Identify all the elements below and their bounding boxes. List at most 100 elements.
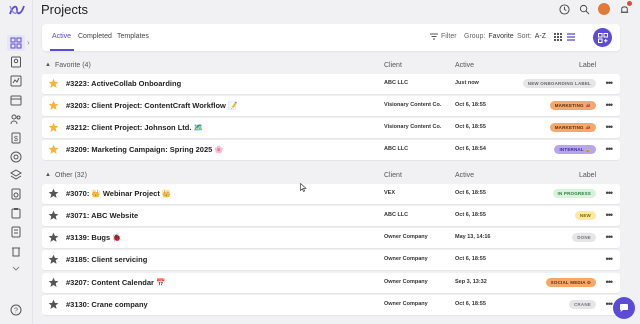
active-tab-indicator [50, 49, 74, 51]
project-name[interactable]: #3130: Crane company [66, 300, 148, 309]
project-name[interactable]: #3139: Bugs 🐞 [66, 233, 122, 242]
caret-up-icon: ▲ [45, 62, 51, 68]
more-options-icon[interactable]: ••• [606, 210, 614, 220]
label-badge: NEW ONBOARDING LABEL [522, 79, 596, 88]
dollar-icon[interactable] [9, 187, 23, 201]
chart-icon[interactable] [9, 74, 23, 88]
project-row[interactable]: #3130: Crane company Owner Company Oct 6, … [42, 295, 620, 315]
project-row[interactable]: #3185: Client servicing Owner Company Oct … [42, 250, 620, 270]
chat-button[interactable] [613, 297, 635, 319]
star-icon[interactable] [48, 232, 59, 243]
sidebar: › $ ? [0, 0, 33, 324]
last-active: Oct 6, 18:55 [455, 102, 486, 108]
people-icon[interactable] [9, 112, 23, 126]
project-row[interactable]: #3070: 👑 Webinar Project 👑 VEX Oct 6, 18:5… [42, 184, 620, 204]
group-title: Other (32) [55, 172, 87, 179]
project-name[interactable]: #3209: Marketing Campaign: Spring 2025 🌸 [66, 145, 224, 154]
last-active: Oct 6, 18:55 [455, 301, 486, 307]
logo-icon[interactable] [8, 3, 26, 17]
document-icon[interactable] [9, 225, 23, 239]
column-active: Active [455, 172, 475, 179]
tab-templates[interactable]: Templates [117, 33, 149, 40]
project-row[interactable]: #3212: Client Project: Johnson Ltd. 🗺️ Vi… [42, 118, 620, 138]
search-icon[interactable] [578, 3, 590, 15]
client-name: ABC LLC [384, 80, 409, 86]
project-row[interactable]: #3071: ABC Website ABC LLC Oct 6, 18:55 NEW… [42, 206, 620, 226]
filter-button[interactable]: Filter [430, 33, 457, 40]
project-name[interactable]: #3207: Content Calendar 📅 [66, 278, 165, 287]
last-active: Sep 3, 13:32 [455, 279, 487, 285]
project-name[interactable]: #3071: ABC Website [66, 211, 138, 220]
more-options-icon[interactable]: ••• [606, 100, 614, 110]
star-icon[interactable] [48, 277, 59, 288]
last-active: Oct 6, 18:55 [455, 256, 486, 262]
target-icon[interactable] [9, 150, 23, 164]
group-header-other[interactable]: ▲ Other (32) Client Active Label [42, 172, 620, 182]
project-row[interactable]: #3139: Bugs 🐞 Owner Company May 13, 14:16 D… [42, 228, 620, 248]
mouse-cursor-icon [300, 183, 307, 192]
project-row[interactable]: #3203: Client Project: ContentCraft Work… [42, 96, 620, 116]
project-name[interactable]: #3212: Client Project: Johnson Ltd. 🗺️ [66, 123, 203, 132]
project-name[interactable]: #3185: Client servicing [66, 255, 147, 264]
project-name[interactable]: #3223: ActiveCollab Onboarding [66, 79, 181, 88]
grid-icon[interactable] [7, 35, 25, 51]
star-icon[interactable] [48, 299, 59, 310]
group-selector[interactable]: Group: Favorite [464, 33, 514, 40]
client-name: Visionary Content Co. [384, 124, 442, 130]
more-options-icon[interactable]: ••• [606, 78, 614, 88]
tab-completed[interactable]: Completed [78, 33, 112, 40]
header-actions [558, 1, 632, 15]
tab-active[interactable]: Active [52, 33, 71, 40]
chevron-right-icon[interactable]: › [27, 38, 30, 47]
client-name: VEX [384, 190, 396, 196]
last-active: Oct 6, 18:54 [455, 146, 486, 152]
invoice-icon[interactable]: $ [9, 131, 23, 145]
more-options-icon[interactable]: ••• [606, 188, 614, 198]
project-name[interactable]: #3070: 👑 Webinar Project 👑 [66, 189, 171, 198]
client-name: Visionary Content Co. [384, 102, 442, 108]
more-options-icon[interactable]: ••• [606, 144, 614, 154]
star-icon[interactable] [48, 210, 59, 221]
column-client: Client [384, 62, 402, 69]
avatar[interactable] [598, 3, 610, 15]
last-active: Oct 6, 18:55 [455, 124, 486, 130]
sort-selector[interactable]: Sort: A-Z [517, 33, 546, 40]
star-icon[interactable] [48, 122, 59, 133]
layers-icon[interactable] [9, 168, 23, 182]
last-active: May 13, 14:16 [455, 234, 491, 240]
grid-view-icon[interactable] [554, 33, 562, 41]
label-badge: SOCIAL MEDIA ⊙ [545, 278, 596, 287]
bell-icon[interactable] [618, 1, 632, 15]
client-name: Owner Company [384, 256, 428, 262]
project-row[interactable]: #3223: ActiveCollab Onboarding ABC LLC Jus… [42, 74, 620, 94]
star-icon[interactable] [48, 188, 59, 199]
more-options-icon[interactable]: ••• [606, 122, 614, 132]
project-row[interactable]: #3207: Content Calendar 📅 Owner Company Se… [42, 273, 620, 293]
list-view-icon[interactable] [567, 33, 575, 41]
chevron-down-icon[interactable] [9, 262, 23, 276]
trash-icon[interactable] [9, 244, 23, 258]
star-icon[interactable] [48, 100, 59, 111]
calendar-icon[interactable] [9, 93, 23, 107]
star-icon[interactable] [48, 78, 59, 89]
star-icon[interactable] [48, 144, 59, 155]
contact-icon[interactable] [9, 55, 23, 69]
star-icon[interactable] [48, 254, 59, 265]
help-icon[interactable]: ? [10, 304, 22, 316]
group-header-favorite[interactable]: ▲ Favorite (4) Client Active Label [42, 62, 620, 72]
last-active: Oct 6, 18:55 [455, 190, 486, 196]
more-options-icon[interactable]: ••• [606, 299, 614, 309]
project-name[interactable]: #3203: Client Project: ContentCraft Work… [66, 101, 237, 110]
more-options-icon[interactable]: ••• [606, 277, 614, 287]
project-row[interactable]: #3209: Marketing Campaign: Spring 2025 🌸… [42, 140, 620, 160]
more-options-icon[interactable]: ••• [606, 232, 614, 242]
add-project-button[interactable] [593, 28, 612, 47]
label-badge: NEW [574, 211, 596, 220]
label-badge: MARKETING 📣 [549, 123, 596, 132]
more-options-icon[interactable]: ••• [606, 254, 614, 264]
clipboard-icon[interactable] [9, 206, 23, 220]
group-label: Group: [464, 33, 486, 40]
timer-icon[interactable] [558, 3, 570, 15]
svg-text:$: $ [14, 136, 18, 143]
sort-label: Sort: [517, 33, 532, 40]
